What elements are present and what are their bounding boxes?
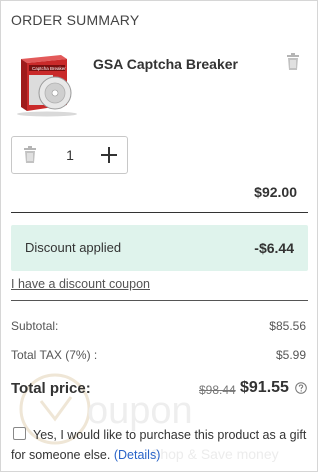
quantity-value[interactable]: 1 <box>54 137 86 173</box>
divider <box>11 300 308 301</box>
order-summary-title: ORDER SUMMARY <box>11 12 140 28</box>
gift-details-link[interactable]: (Details) <box>114 448 161 462</box>
gift-option: Yes, I would like to purchase this produ… <box>11 425 311 465</box>
total-price-label: Total price: <box>11 380 91 397</box>
gift-checkbox[interactable] <box>13 427 26 440</box>
discount-label: Discount applied <box>25 240 122 255</box>
order-summary-panel: ORDER SUMMARY Captcha Breaker GSA Captch… <box>0 0 318 472</box>
tax-label: Total TAX (7%) : <box>11 348 98 362</box>
discount-coupon-link[interactable]: I have a discount coupon <box>11 277 150 291</box>
tax-value: $5.99 <box>275 348 306 362</box>
question-circle-icon[interactable] <box>295 382 307 394</box>
line-item-price: $92.00 <box>254 184 297 200</box>
total-price-value: $91.55 <box>240 379 289 396</box>
product-name: GSA Captcha Breaker <box>93 56 238 72</box>
plus-icon[interactable] <box>100 146 118 164</box>
product-image: Captcha Breaker <box>17 55 77 117</box>
trash-icon[interactable] <box>285 53 301 71</box>
discount-banner: Discount applied -$6.44 <box>11 225 308 271</box>
subtotal-value: $85.56 <box>269 319 306 333</box>
quantity-stepper: 1 <box>11 136 128 174</box>
subtotal-label: Subtotal: <box>11 319 59 333</box>
trash-icon[interactable] <box>22 146 38 164</box>
product-box-label: Captcha Breaker <box>32 66 66 71</box>
original-total-price: $98.44 <box>199 383 236 397</box>
divider <box>11 212 308 213</box>
discount-amount: -$6.44 <box>254 240 294 256</box>
